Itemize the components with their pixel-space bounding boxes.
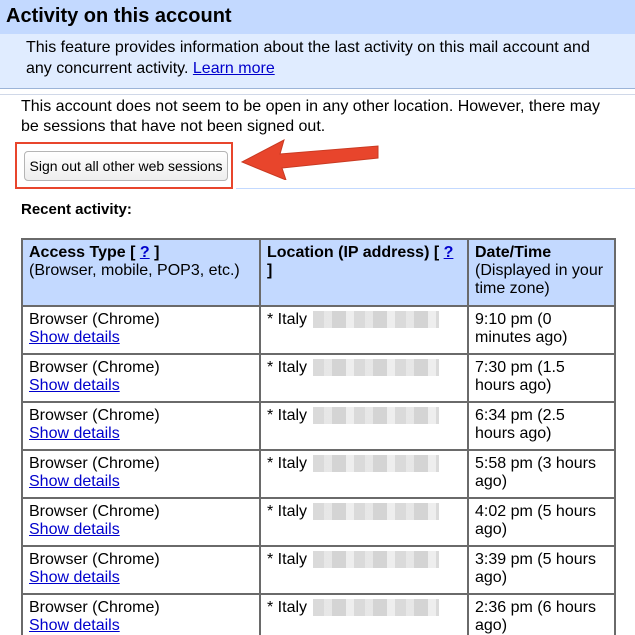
description-text: This feature provides information about …: [26, 37, 616, 79]
datetime-value: 4:02 pm (5 hours ago): [475, 503, 596, 538]
table-row: Browser (Chrome) Show details * Italy 2:36 …: [21, 593, 616, 635]
access-type-cell: Browser (Chrome) Show details: [21, 497, 261, 547]
access-type-cell: Browser (Chrome) Show details: [21, 449, 261, 499]
access-type-value: Browser (Chrome): [29, 311, 160, 328]
access-type-subheader: (Browser, mobile, POP3, etc.): [29, 262, 240, 279]
location-help-link[interactable]: ?: [444, 244, 454, 261]
location-cell: * Italy: [259, 497, 469, 547]
access-type-value: Browser (Chrome): [29, 359, 160, 376]
datetime-value: 9:10 pm (0 minutes ago): [475, 311, 568, 346]
show-details-link[interactable]: Show details: [29, 377, 120, 394]
datetime-header: Date/Time: [475, 244, 552, 261]
location-value: * Italy: [267, 455, 308, 472]
table-row: Browser (Chrome) Show details * Italy 3:39 …: [21, 545, 616, 595]
location-cell: * Italy: [259, 593, 469, 635]
account-activity-page: Activity on this account This feature pr…: [0, 0, 635, 635]
redacted-ip-address: [313, 455, 440, 473]
table-row: Browser (Chrome) Show details * Italy 4:02 …: [21, 497, 616, 547]
column-header-access-type: Access Type [ ? ] (Browser, mobile, POP3…: [21, 238, 261, 307]
access-type-value: Browser (Chrome): [29, 551, 160, 568]
location-cell: * Italy: [259, 305, 469, 355]
table-row: Browser (Chrome) Show details * Italy 5:58 …: [21, 449, 616, 499]
datetime-cell: 7:30 pm (1.5 hours ago): [467, 353, 616, 403]
arrow-annotation: [240, 139, 379, 180]
access-type-cell: Browser (Chrome) Show details: [21, 545, 261, 595]
redacted-ip-address: [313, 311, 440, 329]
datetime-subheader: (Displayed in your time zone): [475, 262, 604, 297]
location-value: * Italy: [267, 551, 308, 568]
access-type-cell: Browser (Chrome) Show details: [21, 401, 261, 451]
datetime-value: 2:36 pm (6 hours ago): [475, 599, 596, 634]
location-cell: * Italy: [259, 353, 469, 403]
datetime-cell: 3:39 pm (5 hours ago): [467, 545, 616, 595]
divider: [0, 94, 635, 95]
datetime-cell: 2:36 pm (6 hours ago): [467, 593, 616, 635]
access-type-cell: Browser (Chrome) Show details: [21, 593, 261, 635]
redacted-ip-address: [313, 599, 440, 617]
location-cell: * Italy: [259, 545, 469, 595]
column-header-datetime: Date/Time (Displayed in your time zone): [467, 238, 616, 307]
location-value: * Italy: [267, 599, 308, 616]
location-value: * Italy: [267, 311, 308, 328]
show-details-link[interactable]: Show details: [29, 425, 120, 442]
location-header: Location (IP address): [267, 244, 430, 261]
show-details-link[interactable]: Show details: [29, 329, 120, 346]
location-cell: * Italy: [259, 401, 469, 451]
access-type-header: Access Type: [29, 244, 126, 261]
access-type-cell: Browser (Chrome) Show details: [21, 353, 261, 403]
access-type-value: Browser (Chrome): [29, 503, 160, 520]
page-title: Activity on this account: [6, 5, 232, 27]
redacted-ip-address: [313, 551, 440, 569]
location-value: * Italy: [267, 359, 308, 376]
activity-rows: Browser (Chrome) Show details * Italy 9:10 …: [21, 305, 616, 635]
header: Activity on this account This feature pr…: [0, 0, 635, 89]
location-value: * Italy: [267, 407, 308, 424]
datetime-value: 5:58 pm (3 hours ago): [475, 455, 596, 490]
column-header-location: Location (IP address) [ ? ]: [259, 238, 469, 307]
access-type-value: Browser (Chrome): [29, 599, 160, 616]
show-details-link[interactable]: Show details: [29, 569, 120, 586]
table-row: Browser (Chrome) Show details * Italy 9:10 …: [21, 305, 616, 355]
datetime-cell: 5:58 pm (3 hours ago): [467, 449, 616, 499]
section-divider: [236, 188, 635, 189]
location-value: * Italy: [267, 503, 308, 520]
description-panel: This feature provides information about …: [0, 34, 635, 88]
show-details-link[interactable]: Show details: [29, 617, 120, 634]
redacted-ip-address: [313, 503, 440, 521]
table-row: Browser (Chrome) Show details * Italy 6:34 …: [21, 401, 616, 451]
activity-table: Access Type [ ? ] (Browser, mobile, POP3…: [21, 238, 616, 635]
redacted-ip-address: [313, 407, 440, 425]
description-body: This feature provides information about …: [26, 39, 590, 77]
datetime-value: 7:30 pm (1.5 hours ago): [475, 359, 565, 394]
redacted-ip-address: [313, 359, 440, 377]
datetime-cell: 6:34 pm (2.5 hours ago): [467, 401, 616, 451]
access-type-value: Browser (Chrome): [29, 407, 160, 424]
datetime-value: 3:39 pm (5 hours ago): [475, 551, 596, 586]
learn-more-link[interactable]: Learn more: [193, 60, 275, 77]
datetime-value: 6:34 pm (2.5 hours ago): [475, 407, 565, 442]
access-type-cell: Browser (Chrome) Show details: [21, 305, 261, 355]
show-details-link[interactable]: Show details: [29, 473, 120, 490]
access-type-help-link[interactable]: ?: [140, 244, 150, 261]
datetime-cell: 9:10 pm (0 minutes ago): [467, 305, 616, 355]
sign-out-other-sessions-button[interactable]: Sign out all other web sessions: [24, 151, 228, 181]
location-cell: * Italy: [259, 449, 469, 499]
access-type-value: Browser (Chrome): [29, 455, 160, 472]
datetime-cell: 4:02 pm (5 hours ago): [467, 497, 616, 547]
table-header-row: Access Type [ ? ] (Browser, mobile, POP3…: [21, 238, 616, 307]
sessions-info-text: This account does not seem to be open in…: [21, 98, 600, 135]
table-row: Browser (Chrome) Show details * Italy 7:30 …: [21, 353, 616, 403]
recent-activity-label: Recent activity:: [21, 201, 132, 218]
show-details-link[interactable]: Show details: [29, 521, 120, 538]
